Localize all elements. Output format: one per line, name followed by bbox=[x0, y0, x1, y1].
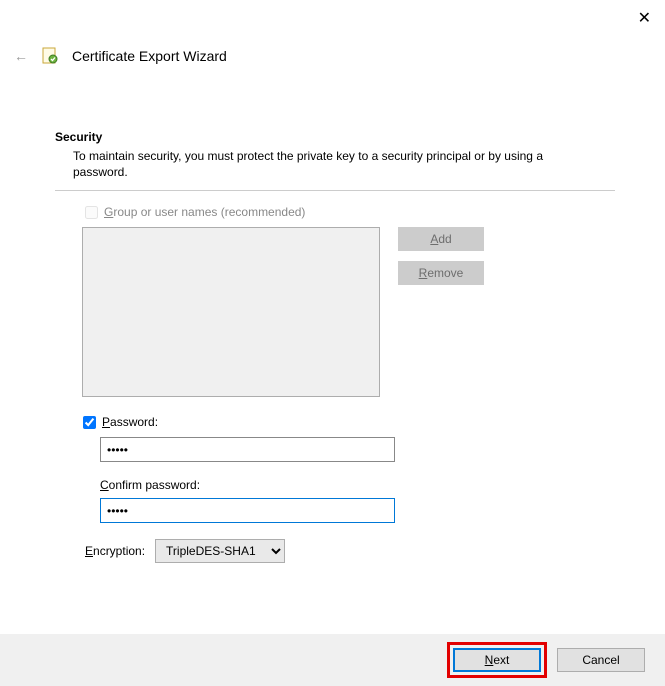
encryption-select[interactable]: TripleDES-SHA1 bbox=[155, 539, 285, 563]
next-button[interactable]: Next bbox=[453, 648, 541, 672]
certificate-icon bbox=[40, 46, 60, 66]
remove-button: Remove bbox=[398, 261, 484, 285]
password-checkbox-row: Password: bbox=[83, 415, 615, 429]
group-users-label: Group or user names (recommended) bbox=[104, 205, 305, 219]
confirm-password-label: Confirm password: bbox=[100, 478, 615, 492]
next-button-highlight: Next bbox=[447, 642, 547, 678]
confirm-password-input[interactable] bbox=[100, 498, 395, 523]
group-side-buttons: Add Remove bbox=[398, 227, 484, 397]
cancel-button[interactable]: Cancel bbox=[557, 648, 645, 672]
encryption-label: Encryption: bbox=[85, 544, 145, 558]
section-description: To maintain security, you must protect t… bbox=[73, 148, 583, 180]
wizard-footer: Next Cancel bbox=[0, 634, 665, 686]
group-users-listbox bbox=[82, 227, 380, 397]
password-section: Password: Confirm password: bbox=[85, 415, 615, 523]
password-input[interactable] bbox=[100, 437, 395, 462]
encryption-row: Encryption: TripleDES-SHA1 bbox=[85, 539, 615, 563]
group-users-area: Add Remove bbox=[82, 227, 615, 397]
group-users-checkbox-row: Group or user names (recommended) bbox=[85, 205, 615, 219]
wizard-title: Certificate Export Wizard bbox=[72, 48, 227, 64]
divider bbox=[55, 190, 615, 191]
wizard-header: ← Certificate Export Wizard bbox=[14, 46, 227, 66]
back-arrow-icon: ← bbox=[14, 48, 28, 64]
add-button: Add bbox=[398, 227, 484, 251]
section-heading: Security bbox=[55, 130, 615, 144]
password-checkbox[interactable] bbox=[83, 416, 96, 429]
close-button[interactable]: ✕ bbox=[638, 8, 651, 28]
group-users-checkbox bbox=[85, 206, 98, 219]
password-label: Password: bbox=[102, 415, 158, 429]
wizard-content: Security To maintain security, you must … bbox=[55, 130, 615, 563]
